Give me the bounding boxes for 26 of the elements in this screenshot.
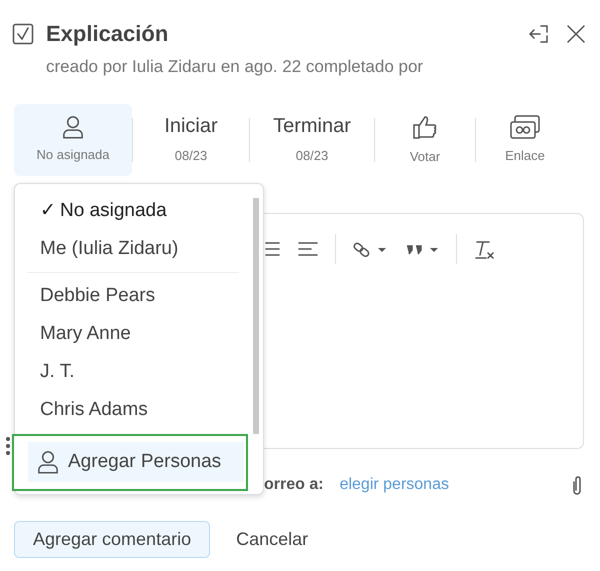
dropdown-item[interactable]: ✓ No asignada [15,192,241,230]
dropdown-item[interactable]: J. T. [15,353,241,391]
dropdown-item[interactable]: Debbie Pears [15,277,241,315]
add-people-button[interactable]: Agregar Personas [28,442,244,482]
dropdown-item[interactable]: Chris Adams [15,391,241,429]
add-comment-button[interactable]: Agregar comentario [14,520,210,558]
cancel-button[interactable]: Cancelar [218,520,326,558]
vote-button[interactable]: Votar [375,104,475,176]
created-info: creado por Iulia Zidaru en ago. 22 completado por [46,56,424,78]
person-icon [36,450,60,474]
email-label: orreo a: [264,474,324,494]
dropdown-item[interactable]: Mary Anne [15,315,241,353]
collapse-panel-icon[interactable] [528,22,550,44]
checkbox[interactable] [12,22,34,44]
assignee-button[interactable]: No asignada [14,104,132,176]
check-mark: ✓ [40,200,56,221]
task-title: Explicación [46,20,168,48]
date-button[interactable]: Terminar 08/23 [250,104,374,176]
scrollbar[interactable] [253,198,259,434]
close-icon[interactable] [566,24,586,44]
drag-handle-icon[interactable] [5,436,11,456]
link-cards-icon [509,114,541,140]
date-button[interactable]: Iniciar 08/23 [133,104,249,176]
dropdown-item[interactable]: Me (Iulia Zidaru) [15,230,241,268]
link-button[interactable]: Enlace [476,104,574,176]
person-icon [61,114,85,139]
